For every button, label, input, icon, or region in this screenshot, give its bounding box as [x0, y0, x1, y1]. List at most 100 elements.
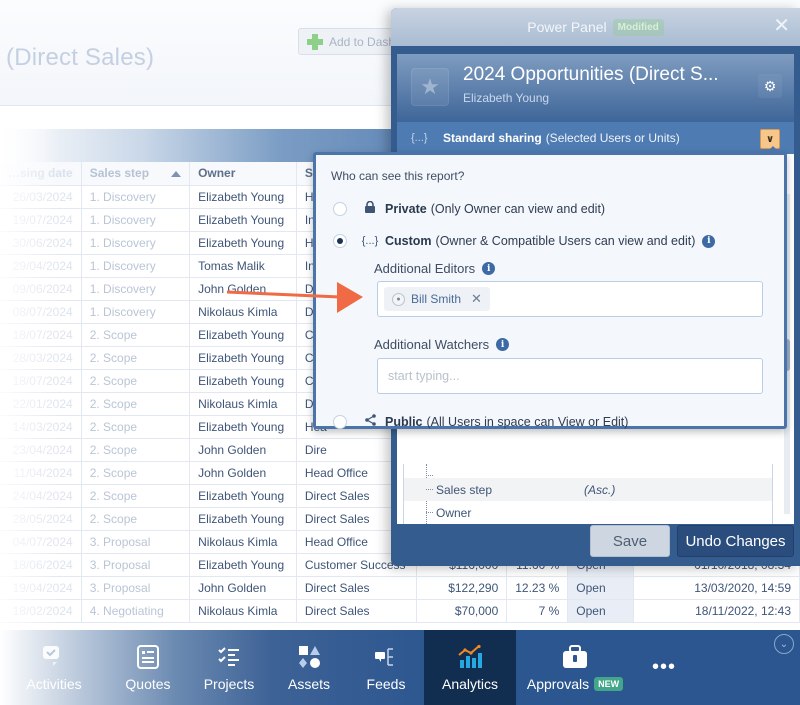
cell-probability: 12.23 %	[506, 576, 569, 600]
power-panel-title-bar: Power Panel Modified	[391, 8, 800, 46]
table-row[interactable]: 19/04/2024 3. Proposal John Golden Direct S…	[0, 576, 800, 600]
cell-status: Open	[567, 576, 635, 600]
cell-sales-step: 1. Discovery	[81, 185, 191, 209]
additional-watchers-input[interactable]: start typing...	[377, 358, 763, 394]
quotes-icon	[137, 644, 159, 669]
report-header: ★ 2024 Opportunities (Direct S... Elizab…	[397, 54, 794, 122]
cell-amount: $70,000	[416, 599, 508, 623]
cell-status: Open	[567, 599, 635, 623]
report-owner: Elizabeth Young	[463, 91, 550, 105]
cell-closing-date: 29/04/2024	[0, 254, 82, 278]
nav-item-assets[interactable]: Assets	[270, 630, 348, 705]
option-title: Private	[385, 201, 427, 216]
nav-label-text: Approvals	[526, 675, 590, 692]
plus-icon	[307, 33, 323, 50]
additional-editors-input[interactable]: ● Bill Smith ✕	[377, 281, 763, 317]
remove-editor-icon[interactable]: ✕	[471, 291, 482, 307]
sort-tree-item[interactable]: Sales step (Asc.)	[404, 478, 772, 501]
sharing-option-public[interactable]: Public (All Users in space can View or E…	[333, 414, 628, 429]
report-title: 2024 Opportunities (Direct S...	[463, 64, 719, 85]
cell-owner: Nikolaus Kimla	[189, 392, 297, 416]
cell-closing-date: 11/04/2024	[0, 461, 82, 485]
column-header-closing-date[interactable]: …sing date	[0, 162, 82, 186]
nav-item-activities[interactable]: Activities	[0, 630, 108, 705]
nav-item-feeds[interactable]: Feeds	[348, 630, 424, 705]
cell-closing-date: 22/01/2024	[0, 392, 82, 416]
favorite-button[interactable]: ★	[411, 68, 449, 106]
cell-sales-step: 4. Negotiating	[81, 599, 191, 623]
nav-item-analytics[interactable]: Analytics	[424, 630, 516, 705]
cell-sales-step: 1. Discovery	[81, 208, 191, 232]
radio-private[interactable]	[333, 201, 347, 216]
sharing-option-custom[interactable]: {...} Custom (Owner & Compatible Users c…	[333, 234, 716, 248]
chevron-down-icon: ∨	[765, 133, 775, 145]
nav-label: Assets	[287, 675, 330, 692]
cell-closing-date: 19/07/2024	[0, 208, 82, 232]
option-title: Public	[385, 414, 423, 429]
nav-label: Approvals NEW	[526, 675, 624, 692]
additional-editors-label: Additional Editors i	[374, 261, 496, 276]
nav-item-more[interactable]: •••	[634, 630, 694, 705]
cell-owner: Elizabeth Young	[189, 369, 297, 393]
column-header-owner[interactable]: Owner	[189, 162, 297, 186]
nav-item-projects[interactable]: Projects	[188, 630, 270, 705]
cell-owner: Elizabeth Young	[189, 553, 297, 577]
settings-button[interactable]: ⚙	[758, 74, 782, 98]
field-label-text: Additional Editors	[374, 261, 476, 276]
info-icon[interactable]: i	[496, 338, 510, 351]
activities-icon	[43, 645, 61, 666]
close-icon[interactable]: ✕	[773, 16, 790, 36]
cell-closing-date: 14/03/2024	[0, 415, 82, 439]
cell-closing-date: 28/03/2024	[0, 346, 82, 370]
cell-closing-date: 24/04/2024	[0, 484, 82, 508]
cell-closing-date: 18/02/2024	[0, 599, 82, 623]
cell-sales-step: 1. Discovery	[81, 277, 191, 301]
gear-icon: ⚙	[763, 77, 777, 94]
power-panel-title: Power Panel	[527, 19, 607, 35]
more-icon: •••	[651, 656, 676, 678]
sharing-option-private[interactable]: Private (Only Owner can view and edit)	[333, 200, 605, 216]
cell-sales-step: 2. Scope	[81, 484, 191, 508]
cell-sales-step: 2. Scope	[81, 438, 191, 462]
bottom-nav: Activities Quotes Projects Assets Feeds …	[0, 630, 800, 705]
column-header-sales-step[interactable]: Sales step	[81, 162, 191, 186]
sharing-popover: Who can see this report? Private (Only O…	[313, 146, 787, 429]
cell-sales-step: 2. Scope	[81, 507, 191, 531]
cell-sales-step: 1. Discovery	[81, 254, 191, 278]
cell-closing-date: 28/05/2024	[0, 507, 82, 531]
info-icon[interactable]: i	[482, 262, 496, 275]
radio-public[interactable]	[333, 414, 347, 429]
cell-closing-date: 30/06/2024	[0, 231, 82, 255]
cell-modified: 18/11/2022, 12:43	[633, 599, 800, 623]
cell-sales-unit: Direct Sales	[296, 576, 417, 600]
collapse-nav-button[interactable]: ⌄	[774, 634, 794, 654]
sharing-selector[interactable]: {...} Standard sharing (Selected Users o…	[397, 122, 794, 154]
nav-label: Analytics	[441, 675, 499, 692]
popover-question: Who can see this report?	[331, 169, 465, 183]
cell-owner: John Golden	[189, 576, 297, 600]
nav-label: Feeds	[366, 675, 406, 692]
cell-owner: Nikolaus Kimla	[189, 530, 297, 554]
table-row[interactable]: 18/02/2024 4. Negotiating Nikolaus Kimla Di…	[0, 599, 800, 623]
cell-closing-date: 26/03/2024	[0, 185, 82, 209]
cell-modified: 13/03/2020, 14:59	[633, 576, 800, 600]
cell-owner: Elizabeth Young	[189, 323, 297, 347]
cell-sales-step: 1. Discovery	[81, 231, 191, 255]
save-button[interactable]: Save	[590, 525, 670, 557]
cell-sales-step: 3. Proposal	[81, 553, 191, 577]
modified-badge: Modified	[612, 18, 664, 36]
radio-custom[interactable]	[333, 234, 347, 248]
cell-sales-step: 2. Scope	[81, 392, 191, 416]
sort-ascending-icon	[171, 171, 182, 178]
cell-owner: Elizabeth Young	[189, 346, 297, 370]
cell-closing-date: 09/06/2024	[0, 277, 82, 301]
nav-label: Quotes	[125, 675, 171, 692]
sort-field-label: Owner	[436, 505, 472, 520]
undo-changes-button[interactable]: Undo Changes	[677, 525, 794, 557]
cell-closing-date: 23/04/2024	[0, 438, 82, 462]
info-icon[interactable]: i	[702, 234, 716, 248]
nav-item-approvals[interactable]: Approvals NEW	[516, 630, 634, 705]
cell-owner: John Golden	[189, 461, 297, 485]
sort-tree-item[interactable]: Owner	[404, 501, 772, 524]
nav-item-quotes[interactable]: Quotes	[108, 630, 188, 705]
